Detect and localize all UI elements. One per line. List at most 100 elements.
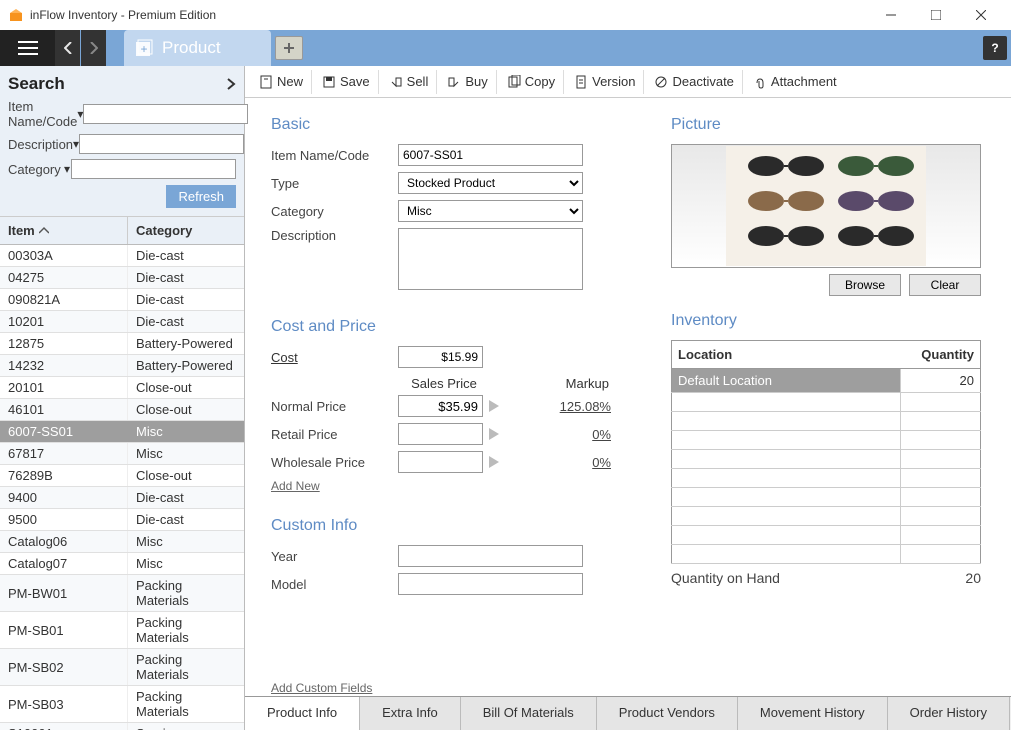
search-item-input[interactable] bbox=[83, 104, 248, 124]
model-input[interactable] bbox=[398, 573, 583, 595]
list-item-category: Die-cast bbox=[127, 509, 244, 530]
list-item[interactable]: 00303ADie-cast bbox=[0, 245, 244, 267]
list-item[interactable]: S10001Services bbox=[0, 723, 244, 730]
list-item[interactable]: 9500Die-cast bbox=[0, 509, 244, 531]
list-item[interactable]: 10201Die-cast bbox=[0, 311, 244, 333]
description-input[interactable] bbox=[398, 228, 583, 290]
category-select[interactable]: Misc bbox=[398, 200, 583, 222]
minimize-button[interactable] bbox=[868, 0, 913, 30]
retail-price-input[interactable] bbox=[398, 423, 483, 445]
list-item[interactable]: 04275Die-cast bbox=[0, 267, 244, 289]
save-button[interactable]: Save bbox=[314, 70, 379, 94]
add-custom-fields-link[interactable]: Add Custom Fields bbox=[271, 681, 372, 695]
list-item[interactable]: PM-SB01Packing Materials bbox=[0, 612, 244, 649]
action-toolbar: New Save Sell Buy Copy Version Deactivat… bbox=[245, 66, 1011, 98]
col-header-quantity[interactable]: Quantity bbox=[901, 341, 981, 369]
collapse-icon[interactable] bbox=[226, 77, 236, 91]
normal-price-input[interactable] bbox=[398, 395, 483, 417]
col-header-item[interactable]: Item bbox=[0, 217, 127, 244]
help-button[interactable]: ? bbox=[983, 36, 1007, 60]
wholesale-price-input[interactable] bbox=[398, 451, 483, 473]
clear-button[interactable]: Clear bbox=[909, 274, 981, 296]
list-item-category: Battery-Powered bbox=[127, 333, 244, 354]
attachment-button[interactable]: Attachment bbox=[745, 70, 845, 94]
inventory-row-empty[interactable] bbox=[672, 526, 981, 545]
list-item-code: 76289B bbox=[0, 465, 127, 486]
window-title: inFlow Inventory - Premium Edition bbox=[30, 8, 216, 22]
search-title: Search bbox=[8, 74, 65, 94]
list-item[interactable]: Catalog07Misc bbox=[0, 553, 244, 575]
search-desc-input[interactable] bbox=[79, 134, 244, 154]
inventory-location: Default Location bbox=[672, 369, 901, 393]
add-new-price-link[interactable]: Add New bbox=[271, 479, 320, 493]
inventory-row-empty[interactable] bbox=[672, 507, 981, 526]
list-item[interactable]: PM-SB03Packing Materials bbox=[0, 686, 244, 723]
inventory-row-empty[interactable] bbox=[672, 393, 981, 412]
col-header-location[interactable]: Location bbox=[672, 341, 901, 369]
list-item[interactable]: 6007-SS01Misc bbox=[0, 421, 244, 443]
dropdown-icon[interactable]: ▾ bbox=[63, 162, 71, 176]
browse-button[interactable]: Browse bbox=[829, 274, 901, 296]
type-select[interactable]: Stocked Product bbox=[398, 172, 583, 194]
list-item[interactable]: PM-BW01Packing Materials bbox=[0, 575, 244, 612]
inventory-row-empty[interactable] bbox=[672, 431, 981, 450]
inventory-row-empty[interactable] bbox=[672, 545, 981, 564]
apply-icon[interactable] bbox=[483, 456, 505, 468]
list-item[interactable]: 46101Close-out bbox=[0, 399, 244, 421]
apply-icon[interactable] bbox=[483, 400, 505, 412]
list-item[interactable]: 67817Misc bbox=[0, 443, 244, 465]
year-input[interactable] bbox=[398, 545, 583, 567]
buy-button[interactable]: Buy bbox=[439, 70, 496, 94]
new-tab-button[interactable] bbox=[275, 36, 303, 60]
refresh-button[interactable]: Refresh bbox=[166, 185, 236, 208]
cost-input[interactable] bbox=[398, 346, 483, 368]
list-item[interactable]: 12875Battery-Powered bbox=[0, 333, 244, 355]
inventory-row-empty[interactable] bbox=[672, 412, 981, 431]
list-item[interactable]: 14232Battery-Powered bbox=[0, 355, 244, 377]
item-name-input[interactable] bbox=[398, 144, 583, 166]
close-button[interactable] bbox=[958, 0, 1003, 30]
inventory-row[interactable]: Default Location20 bbox=[672, 369, 981, 393]
list-item[interactable]: 76289BClose-out bbox=[0, 465, 244, 487]
inventory-row-empty[interactable] bbox=[672, 469, 981, 488]
tab-vendors[interactable]: Product Vendors bbox=[597, 697, 738, 730]
search-cat-input[interactable] bbox=[71, 159, 236, 179]
list-item[interactable]: Catalog06Misc bbox=[0, 531, 244, 553]
inventory-quantity: 20 bbox=[901, 369, 981, 393]
tab-product-info[interactable]: Product Info bbox=[245, 697, 360, 730]
sales-price-header: Sales Price bbox=[398, 376, 490, 391]
copy-button[interactable]: Copy bbox=[499, 70, 564, 94]
qoh-label: Quantity on Hand bbox=[671, 570, 780, 586]
col-header-category[interactable]: Category bbox=[127, 217, 244, 244]
inventory-row-empty[interactable] bbox=[672, 488, 981, 507]
deactivate-button[interactable]: Deactivate bbox=[646, 70, 742, 94]
item-list[interactable]: 00303ADie-cast04275Die-cast090821ADie-ca… bbox=[0, 245, 244, 730]
inventory-row-empty[interactable] bbox=[672, 450, 981, 469]
tab-order-history[interactable]: Order History bbox=[888, 697, 1010, 730]
maximize-button[interactable] bbox=[913, 0, 958, 30]
nav-back-button[interactable] bbox=[55, 30, 80, 66]
list-item-code: 46101 bbox=[0, 399, 127, 420]
picture-box[interactable] bbox=[671, 144, 981, 268]
tab-extra-info[interactable]: Extra Info bbox=[360, 697, 461, 730]
sell-button[interactable]: Sell bbox=[381, 70, 438, 94]
tab-movement-history[interactable]: Movement History bbox=[738, 697, 888, 730]
apply-icon[interactable] bbox=[483, 428, 505, 440]
tab-bom[interactable]: Bill Of Materials bbox=[461, 697, 597, 730]
version-button[interactable]: Version bbox=[566, 70, 644, 94]
list-item[interactable]: PM-SB02Packing Materials bbox=[0, 649, 244, 686]
nav-forward-button[interactable] bbox=[81, 30, 106, 66]
main-menu-button[interactable] bbox=[0, 30, 55, 66]
inventory-table: LocationQuantity Default Location20 bbox=[671, 340, 981, 564]
tab-product[interactable]: + Product bbox=[124, 30, 271, 66]
search-cat-label: Category bbox=[8, 162, 63, 177]
new-button[interactable]: New bbox=[251, 70, 312, 94]
cost-label[interactable]: Cost bbox=[271, 350, 298, 365]
retail-markup[interactable]: 0% bbox=[505, 427, 611, 442]
list-item[interactable]: 20101Close-out bbox=[0, 377, 244, 399]
normal-markup[interactable]: 125.08% bbox=[505, 399, 611, 414]
list-item[interactable]: 090821ADie-cast bbox=[0, 289, 244, 311]
wholesale-markup[interactable]: 0% bbox=[505, 455, 611, 470]
item-name-label: Item Name/Code bbox=[271, 148, 398, 163]
list-item[interactable]: 9400Die-cast bbox=[0, 487, 244, 509]
